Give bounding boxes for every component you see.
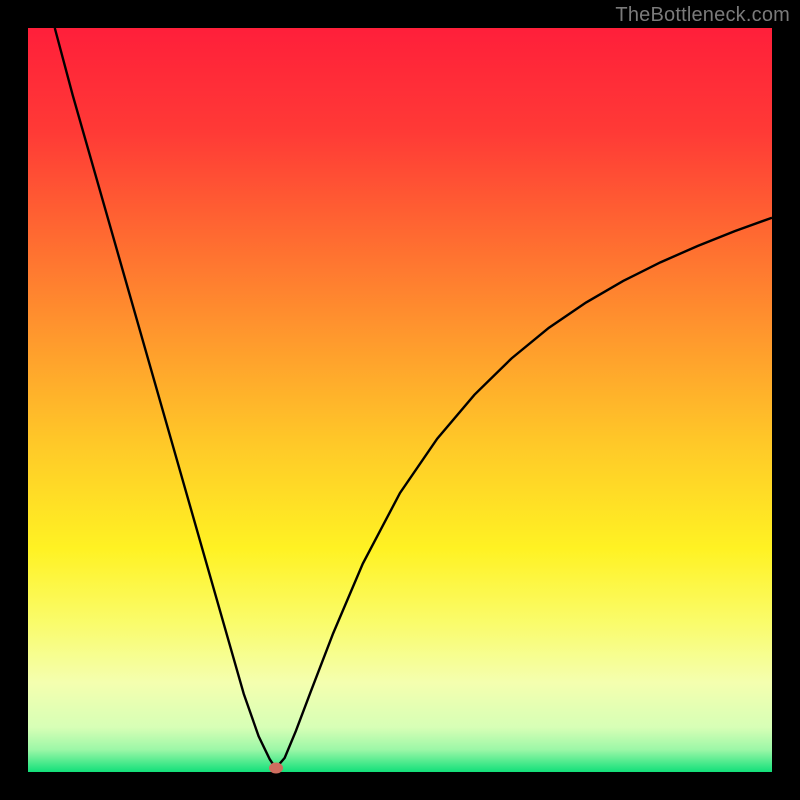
plot-area [28, 28, 772, 772]
curve-path [55, 28, 772, 768]
bottleneck-curve [28, 28, 772, 772]
chart-frame: TheBottleneck.com [0, 0, 800, 800]
selected-point-marker [269, 763, 283, 774]
watermark-label: TheBottleneck.com [615, 4, 790, 27]
